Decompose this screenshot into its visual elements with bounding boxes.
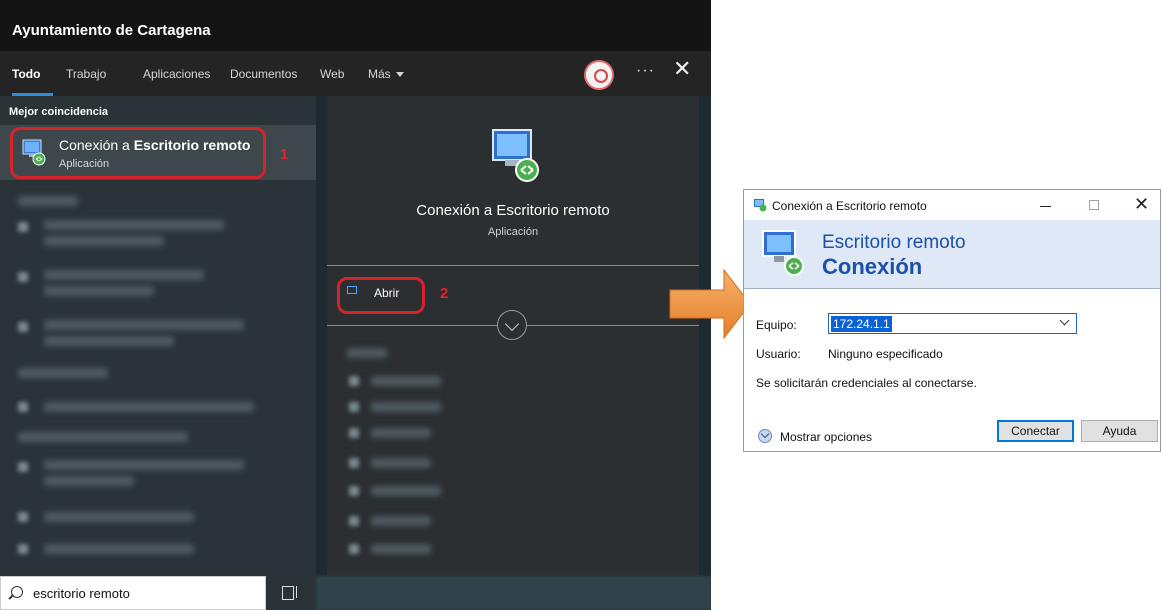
detail-title: Conexión a Escritorio remoto	[416, 202, 610, 219]
close-icon[interactable]: ✕	[1134, 194, 1149, 215]
credentials-note: Se solicitarán credenciales al conectars…	[756, 376, 977, 390]
tab-mas[interactable]: Más	[368, 67, 404, 81]
taskbar-search-input[interactable]: escritorio remoto	[0, 576, 266, 610]
blurred-recent-icon	[349, 544, 359, 554]
blurred-result-icon	[18, 402, 28, 412]
divider	[744, 288, 1160, 289]
show-options-link[interactable]: Mostrar opciones	[780, 430, 872, 444]
detail-subtitle: Aplicación	[487, 226, 539, 238]
best-match-header: Mejor coincidencia	[9, 106, 109, 118]
chevron-down-icon[interactable]	[1059, 315, 1070, 326]
blurred-result	[44, 270, 204, 280]
blurred-recent-item	[371, 376, 441, 386]
blurred-result	[44, 544, 194, 554]
ellipsis-icon[interactable]: ···	[636, 62, 655, 80]
connect-button[interactable]: Conectar	[997, 420, 1074, 442]
blurred-result	[44, 286, 154, 296]
remote-desktop-icon	[754, 199, 767, 212]
organization-name: Ayuntamiento de Cartagena	[0, 0, 711, 51]
search-query: escritorio remoto	[33, 586, 130, 601]
blurred-result-icon	[18, 322, 28, 332]
step-number-1: 1	[280, 146, 289, 163]
dialog-title: Conexión a Escritorio remoto	[772, 199, 927, 213]
show-options-icon[interactable]	[758, 429, 772, 443]
step-number-2: 2	[440, 285, 449, 302]
blurred-recent-icon	[349, 376, 359, 386]
tab-web[interactable]: Web	[320, 67, 344, 81]
blurred-result-icon	[18, 462, 28, 472]
caret-down-icon	[395, 72, 404, 78]
blurred-recent-item	[371, 516, 431, 526]
tab-documentos[interactable]: Documentos	[230, 67, 297, 81]
windows-search-panel: Ayuntamiento de Cartagena Todo Trabajo A…	[0, 0, 711, 610]
blurred-result	[44, 512, 194, 522]
minimize-icon[interactable]	[1040, 206, 1051, 207]
blurred-section-header	[347, 348, 387, 358]
blurred-result	[44, 320, 244, 330]
search-icon	[11, 586, 23, 598]
usuario-value: Ninguno especificado	[828, 347, 943, 361]
expand-chevron-icon[interactable]	[497, 310, 527, 340]
blurred-recent-item	[371, 458, 431, 468]
blurred-recent-icon	[349, 458, 359, 468]
usuario-label: Usuario:	[756, 347, 801, 361]
maximize-icon[interactable]	[1089, 200, 1099, 210]
tab-aplicaciones[interactable]: Aplicaciones	[143, 67, 210, 81]
highlight-step1	[10, 127, 266, 179]
user-avatar[interactable]	[584, 60, 614, 90]
tab-todo[interactable]: Todo	[12, 67, 40, 81]
equipo-label: Equipo:	[756, 318, 797, 332]
divider	[327, 265, 699, 266]
blurred-result-icon	[18, 544, 28, 554]
close-icon[interactable]: ✕	[673, 58, 691, 80]
orange-arrow	[669, 268, 751, 340]
remote-desktop-icon	[762, 230, 804, 276]
blurred-section-header	[18, 432, 188, 442]
blurred-section-header	[18, 196, 78, 206]
blurred-recent-icon	[349, 486, 359, 496]
remote-desktop-icon	[492, 129, 539, 182]
blurred-result	[44, 460, 244, 470]
blurred-recent-icon	[349, 402, 359, 412]
equipo-combobox[interactable]: 172.24.1.1	[828, 313, 1077, 334]
blurred-recent-item	[371, 402, 441, 412]
tab-trabajo[interactable]: Trabajo	[66, 67, 106, 81]
blurred-result-icon	[18, 222, 28, 232]
blurred-result	[44, 236, 164, 246]
banner-line1: Escritorio remoto	[822, 232, 966, 253]
blurred-result	[44, 336, 174, 346]
blurred-section-header	[18, 368, 108, 378]
composite-screenshot: Ayuntamiento de Cartagena Todo Trabajo A…	[0, 0, 1163, 610]
rdp-dialog: Conexión a Escritorio remoto ✕ Escritori…	[743, 189, 1161, 452]
blurred-result	[44, 402, 254, 412]
blurred-result	[44, 220, 224, 230]
blurred-result-icon	[18, 512, 28, 522]
highlight-step2	[337, 277, 425, 314]
dialog-banner: Escritorio remoto Conexión	[744, 220, 1160, 288]
blurred-recent-item	[371, 428, 431, 438]
blurred-result-icon	[18, 272, 28, 282]
tab-mas-label: Más	[368, 67, 391, 81]
blurred-result	[44, 476, 134, 486]
blurred-recent-item	[371, 544, 431, 554]
help-button[interactable]: Ayuda	[1081, 420, 1158, 442]
blurred-recent-icon	[349, 516, 359, 526]
equipo-value: 172.24.1.1	[831, 316, 892, 332]
blurred-recent-icon	[349, 428, 359, 438]
dialog-titlebar: Conexión a Escritorio remoto ✕	[744, 190, 1160, 220]
taskbar	[316, 576, 711, 610]
task-view-icon[interactable]	[266, 576, 316, 610]
detail-pane: Conexión a Escritorio remoto Aplicación …	[327, 96, 699, 576]
banner-line2: Conexión	[822, 254, 923, 279]
blurred-recent-item	[371, 486, 441, 496]
